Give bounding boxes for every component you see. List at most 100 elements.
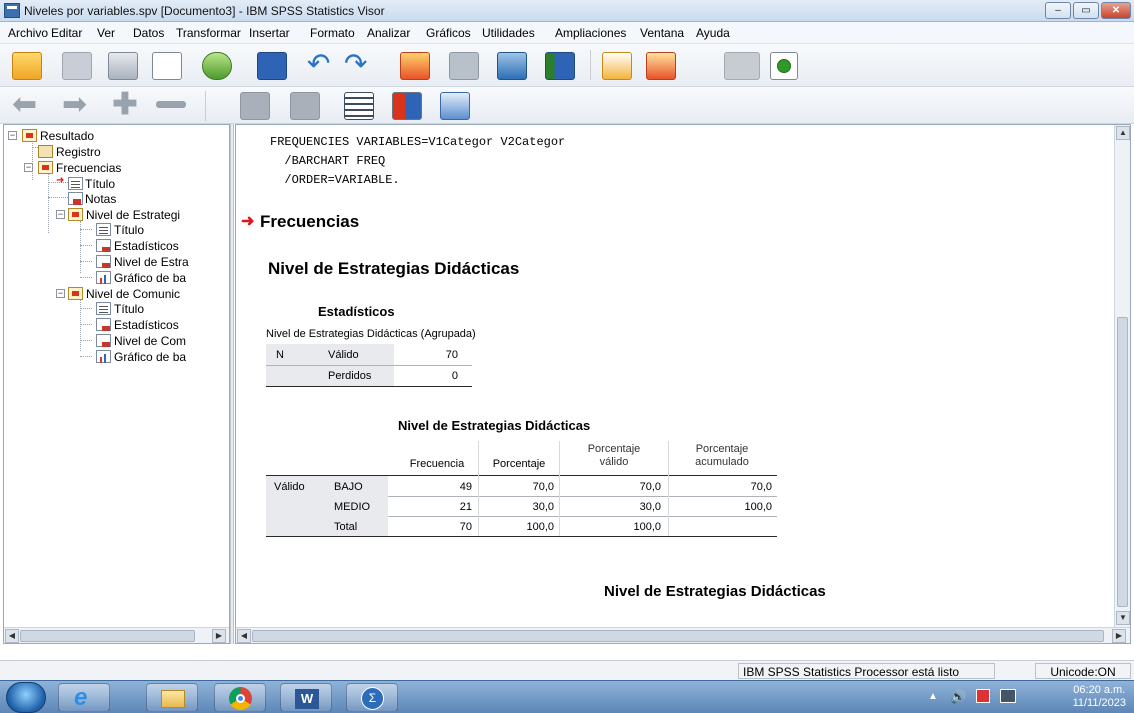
designate-window-icon[interactable] xyxy=(602,52,632,80)
output-vertical-thumb[interactable] xyxy=(1117,317,1128,607)
menu-formato[interactable]: Formato xyxy=(310,26,355,40)
unused-disabled-icon xyxy=(724,52,760,80)
save-icon[interactable] xyxy=(62,52,92,80)
scroll-left-icon[interactable]: ◀ xyxy=(5,629,19,643)
menu-analizar[interactable]: Analizar xyxy=(367,26,410,40)
file-explorer-icon[interactable] xyxy=(146,683,198,712)
add-icon[interactable] xyxy=(770,52,798,80)
hide-icon[interactable] xyxy=(290,92,320,120)
maximize-button[interactable]: ▭ xyxy=(1073,2,1099,19)
unicode-status: Unicode:ON xyxy=(1035,663,1131,679)
open-icon[interactable] xyxy=(12,52,42,80)
goto-case-icon[interactable] xyxy=(400,52,430,80)
close-button[interactable]: ✕ xyxy=(1101,2,1131,19)
clock[interactable]: 06:20 a.m. 11/11/2023 xyxy=(1073,684,1126,710)
menu-ventana[interactable]: Ventana xyxy=(640,26,684,40)
chrome-icon[interactable] xyxy=(214,683,266,712)
scroll-down-icon[interactable]: ▼ xyxy=(1116,611,1130,625)
menu-insertar[interactable]: Insertar xyxy=(249,26,290,40)
volume-icon[interactable]: 🔊 xyxy=(950,689,966,705)
menu-graficos[interactable]: Gráficos xyxy=(426,26,471,40)
frequency-table[interactable]: Nivel de Estrategias Didácticas Frecuenc… xyxy=(266,415,786,537)
cell-total-porcentaje: 100,0 xyxy=(526,521,554,533)
show-icon[interactable] xyxy=(240,92,270,120)
scroll-right-icon[interactable]: ▶ xyxy=(1112,629,1126,643)
output-vertical-scrollbar[interactable]: ▲ ▼ xyxy=(1114,125,1130,627)
internet-explorer-icon[interactable]: e xyxy=(58,683,110,712)
expander-nivel-comunicacion[interactable]: − xyxy=(56,289,65,298)
clock-date: 11/11/2023 xyxy=(1072,697,1126,709)
missing-value: 0 xyxy=(451,370,458,382)
frequency-table-title: Nivel de Estrategias Didácticas xyxy=(398,418,591,433)
expander-frecuencias[interactable]: − xyxy=(24,163,33,172)
valid-value: 70 xyxy=(445,349,458,361)
menu-ver[interactable]: Ver xyxy=(97,26,115,40)
recall-dialog-icon[interactable] xyxy=(257,52,287,80)
title-icon xyxy=(96,223,111,236)
expander-nivel-estrategias[interactable]: − xyxy=(56,210,65,219)
spss-app-icon[interactable] xyxy=(4,3,20,18)
scroll-up-icon[interactable]: ▲ xyxy=(1116,126,1130,140)
syntax-line-3: /ORDER=VARIABLE. xyxy=(270,173,400,187)
insert-text-icon[interactable] xyxy=(440,92,470,120)
outline-scroll-thumb[interactable] xyxy=(20,630,195,642)
demote-icon[interactable]: ➡ xyxy=(62,90,92,120)
word-icon[interactable]: W xyxy=(280,683,332,712)
menu-archivo[interactable]: Archivo xyxy=(8,26,48,40)
cell-medio-porcentaje: 30,0 xyxy=(532,501,554,513)
notes-icon xyxy=(68,192,83,205)
variable-title[interactable]: Nivel de Estrategias Didácticas xyxy=(268,259,519,279)
minimize-button[interactable]: – xyxy=(1045,2,1071,19)
output-horizontal-scrollbar[interactable]: ◀ ▶ xyxy=(236,627,1130,643)
book-icon xyxy=(22,129,37,142)
table-icon xyxy=(96,239,111,252)
cell-bajo-frecuencia: 49 xyxy=(459,481,472,493)
cell-total-frecuencia: 70 xyxy=(459,521,472,533)
chart-title[interactable]: Nivel de Estrategias Didácticas xyxy=(604,583,826,600)
frecuencias-heading[interactable]: Frecuencias xyxy=(260,212,359,232)
title-icon xyxy=(68,177,83,190)
current-item-arrow-icon: ➜ xyxy=(241,213,255,230)
statistics-table[interactable]: Estadísticos Nivel de Estrategias Didáct… xyxy=(266,300,476,390)
status-bar: IBM SPSS Statistics Processor está listo… xyxy=(0,660,1134,680)
run-icon[interactable] xyxy=(646,52,676,80)
network-icon[interactable] xyxy=(1000,689,1016,703)
scroll-right-icon[interactable]: ▶ xyxy=(212,629,226,643)
menu-datos[interactable]: Datos xyxy=(133,26,164,40)
chart-icon xyxy=(96,271,111,284)
menu-utilidades[interactable]: Utilidades xyxy=(482,26,535,40)
window-title: Niveles por variables.spv [Documento3] -… xyxy=(24,4,385,18)
print-icon[interactable] xyxy=(108,52,138,80)
valid-group-label: Válido xyxy=(274,481,305,493)
redo-icon[interactable]: ↷ xyxy=(344,50,374,78)
goto-variable-icon[interactable] xyxy=(449,52,479,80)
show-hidden-icons-icon[interactable]: ▲ xyxy=(928,691,938,702)
output-horizontal-thumb[interactable] xyxy=(252,630,1104,642)
menu-editar[interactable]: Editar xyxy=(51,26,82,40)
menu-ampliaciones[interactable]: Ampliaciones xyxy=(555,26,626,40)
insert-title-icon[interactable] xyxy=(392,92,422,120)
print-preview-icon[interactable] xyxy=(152,52,182,80)
menu-transformar[interactable]: Transformar xyxy=(176,26,241,40)
export-icon[interactable] xyxy=(202,52,232,80)
action-center-icon[interactable] xyxy=(976,689,990,703)
expander-resultado[interactable]: − xyxy=(8,131,17,140)
split-file-icon[interactable] xyxy=(545,52,575,80)
cell-medio-frecuencia: 21 xyxy=(459,501,472,513)
expand-icon[interactable]: ✚ xyxy=(110,90,140,120)
scroll-left-icon[interactable]: ◀ xyxy=(237,629,251,643)
insert-heading-icon[interactable] xyxy=(344,92,374,120)
start-button[interactable] xyxy=(6,682,46,713)
table-icon xyxy=(96,334,111,347)
collapse-icon[interactable] xyxy=(156,101,186,108)
spss-icon[interactable]: Σ xyxy=(346,683,398,712)
book-icon xyxy=(38,161,53,174)
menu-ayuda[interactable]: Ayuda xyxy=(696,26,730,40)
outline-horizontal-scrollbar[interactable]: ◀ ▶ xyxy=(4,627,229,643)
cell-bajo-acumulado: 70,0 xyxy=(750,481,772,493)
pane-splitter[interactable] xyxy=(230,124,234,644)
promote-icon[interactable]: ⬅ xyxy=(12,90,42,120)
insert-cases-icon[interactable] xyxy=(497,52,527,80)
header-porcentaje-valido: Porcentaje válido xyxy=(587,443,641,468)
undo-icon[interactable]: ↶ xyxy=(307,50,337,78)
